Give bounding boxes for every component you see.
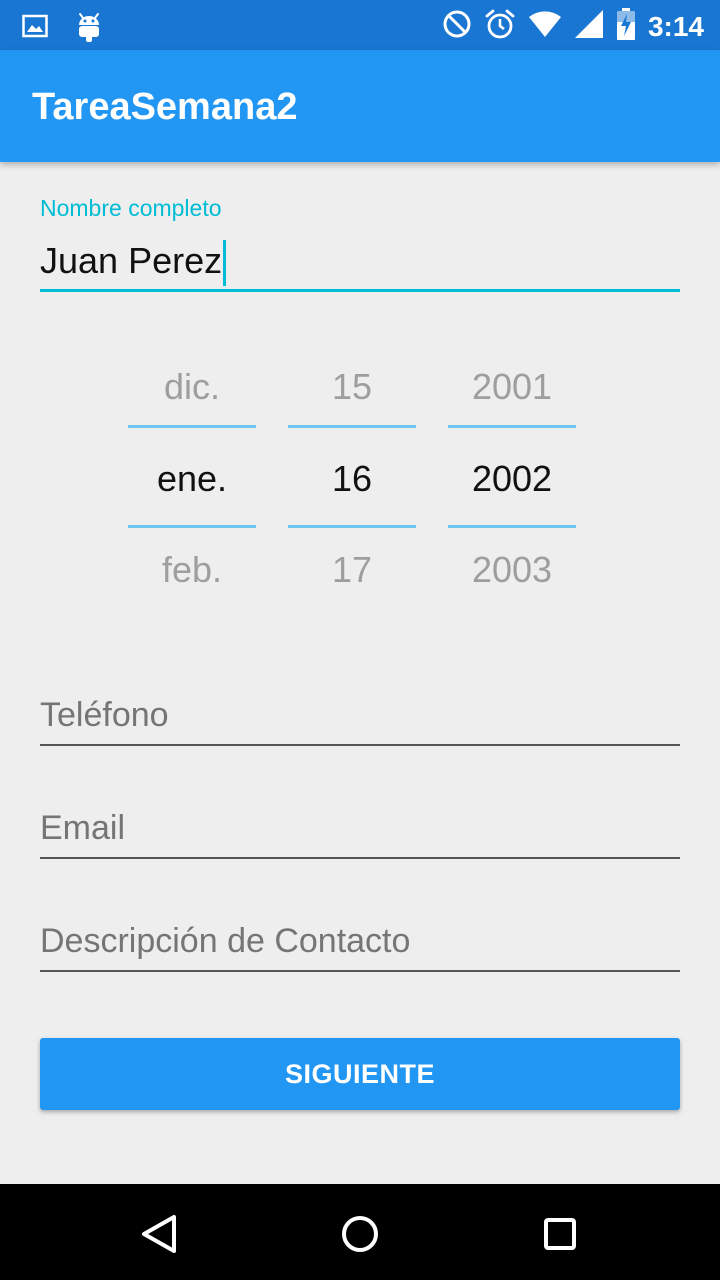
navigation-bar (0, 1184, 720, 1280)
text-cursor (223, 240, 227, 287)
phone-input[interactable]: Teléfono (40, 686, 680, 746)
android-icon (76, 10, 102, 47)
month-next[interactable]: feb. (128, 546, 256, 594)
home-icon[interactable] (336, 1210, 384, 1258)
email-placeholder: Email (40, 809, 126, 847)
day-selected[interactable]: 16 (288, 455, 416, 503)
description-placeholder: Descripción de Contacto (40, 922, 411, 960)
image-icon (22, 14, 48, 43)
year-next[interactable]: 2003 (448, 546, 576, 594)
app-bar: TareaSemana2 (0, 50, 720, 162)
email-input[interactable]: Email (40, 799, 680, 859)
month-divider-top (128, 425, 256, 428)
day-prev[interactable]: 15 (288, 363, 416, 411)
recents-icon[interactable] (536, 1210, 584, 1258)
description-input[interactable]: Descripción de Contacto (40, 912, 680, 972)
back-icon[interactable] (136, 1210, 184, 1258)
name-input-value: Juan Perez (40, 240, 223, 281)
status-bar: 3:14 (0, 0, 720, 50)
month-prev[interactable]: dic. (128, 363, 256, 411)
alarm-icon (484, 8, 516, 45)
month-selected[interactable]: ene. (128, 455, 256, 503)
year-divider-top (448, 425, 576, 428)
day-next[interactable]: 17 (288, 546, 416, 594)
month-picker[interactable]: dic. ene. feb. (128, 340, 256, 610)
year-prev[interactable]: 2001 (448, 363, 576, 411)
year-picker[interactable]: 2001 2002 2003 (448, 340, 576, 610)
day-divider-bottom (288, 525, 416, 528)
signal-icon (574, 9, 604, 44)
name-input[interactable]: Juan Perez (40, 236, 680, 292)
do-not-disturb-icon (442, 9, 472, 44)
day-picker[interactable]: 15 16 17 (288, 340, 416, 610)
app-title: TareaSemana2 (32, 86, 298, 128)
month-divider-bottom (128, 525, 256, 528)
status-time: 3:14 (647, 10, 704, 42)
wifi-icon (528, 10, 562, 43)
year-selected[interactable]: 2002 (448, 455, 576, 503)
next-button[interactable]: SIGUIENTE (40, 1038, 680, 1110)
phone-placeholder: Teléfono (40, 696, 169, 734)
day-divider-top (288, 425, 416, 428)
year-divider-bottom (448, 525, 576, 528)
battery-charging-icon (616, 8, 636, 45)
name-field-label: Nombre completo (40, 195, 222, 221)
